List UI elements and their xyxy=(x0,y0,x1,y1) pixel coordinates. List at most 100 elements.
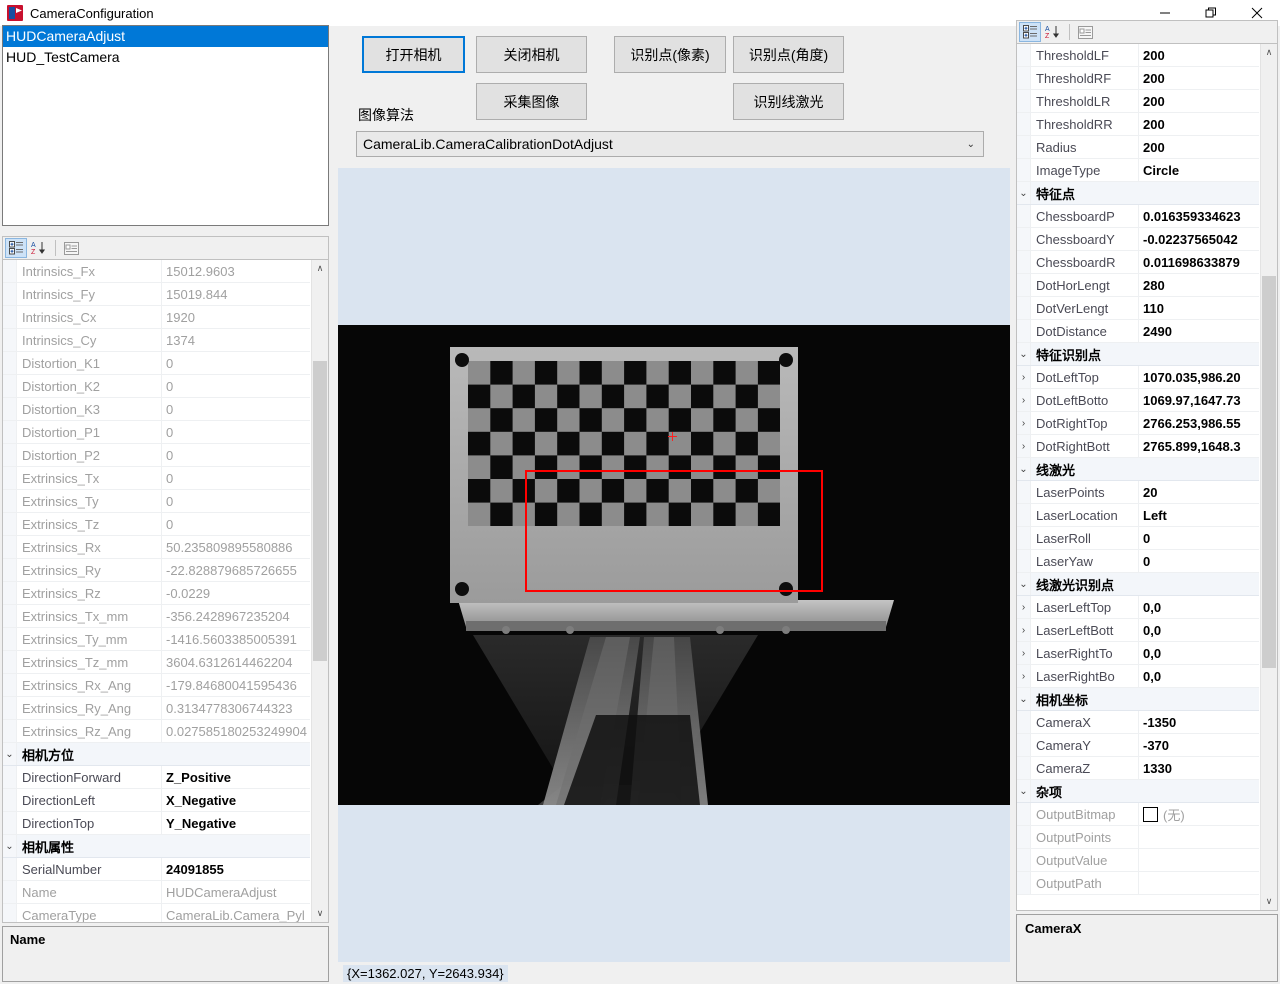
property-value[interactable]: 0 xyxy=(162,467,310,489)
property-row[interactable]: Distortion_P1 0 xyxy=(3,421,310,444)
chevron-down-icon[interactable]: ⌄ xyxy=(1017,343,1031,365)
property-value[interactable]: 200 xyxy=(1139,113,1259,135)
property-row[interactable]: Extrinsics_Rx 50.235809895580886 xyxy=(3,536,310,559)
image-viewer[interactable] xyxy=(338,168,1010,980)
property-value[interactable]: 110 xyxy=(1139,297,1259,319)
property-value[interactable] xyxy=(1139,849,1259,871)
property-value[interactable] xyxy=(164,743,310,765)
camera-list[interactable]: HUDCameraAdjust HUD_TestCamera xyxy=(2,25,329,226)
property-value[interactable]: Left xyxy=(1139,504,1259,526)
camera-image[interactable] xyxy=(338,325,1010,805)
property-value[interactable]: 0,0 xyxy=(1139,665,1259,687)
chevron-right-icon[interactable]: › xyxy=(1017,596,1031,618)
property-row[interactable]: ThresholdLF 200 xyxy=(1017,44,1259,67)
property-row[interactable]: CameraX -1350 xyxy=(1017,711,1259,734)
property-value[interactable]: -370 xyxy=(1139,734,1259,756)
property-row[interactable]: DotDistance 2490 xyxy=(1017,320,1259,343)
property-value[interactable]: 0 xyxy=(162,490,310,512)
property-value[interactable] xyxy=(1146,182,1260,204)
property-row[interactable]: LaserYaw 0 xyxy=(1017,550,1259,573)
property-value[interactable] xyxy=(1146,780,1260,802)
property-row[interactable]: SerialNumber 24091855 xyxy=(3,858,310,881)
chevron-right-icon[interactable]: › xyxy=(1017,619,1031,641)
property-value[interactable]: 0 xyxy=(162,398,310,420)
property-value[interactable] xyxy=(1146,343,1260,365)
property-row[interactable]: Extrinsics_Rx_Ang -179.84680041595436 xyxy=(3,674,310,697)
alphabetical-sort-icon[interactable]: A Z xyxy=(1042,22,1064,42)
property-value[interactable]: 0 xyxy=(162,421,310,443)
property-value[interactable]: 24091855 xyxy=(162,858,310,880)
property-category-row[interactable]: ⌄ 相机坐标 xyxy=(1017,688,1259,711)
alphabetical-sort-icon[interactable]: A Z xyxy=(28,238,50,258)
left-property-grid[interactable]: Intrinsics_Fx 15012.9603 Intrinsics_Fy 1501… xyxy=(2,259,329,923)
property-row[interactable]: Distortion_K2 0 xyxy=(3,375,310,398)
property-row[interactable]: Extrinsics_Tx_mm -356.2428967235204 xyxy=(3,605,310,628)
property-row[interactable]: OutputValue xyxy=(1017,849,1259,872)
property-row[interactable]: DirectionTop Y_Negative xyxy=(3,812,310,835)
property-category-row[interactable]: ⌄ 相机属性 xyxy=(3,835,310,858)
property-value[interactable]: 0 xyxy=(162,444,310,466)
property-value[interactable] xyxy=(1146,688,1260,710)
property-row[interactable]: ThresholdRR 200 xyxy=(1017,113,1259,136)
property-row[interactable]: Intrinsics_Fx 15012.9603 xyxy=(3,260,310,283)
property-value[interactable] xyxy=(164,835,310,857)
property-row[interactable]: LaserLocation Left xyxy=(1017,504,1259,527)
property-row[interactable]: CameraZ 1330 xyxy=(1017,757,1259,780)
chevron-right-icon[interactable]: › xyxy=(1017,435,1031,457)
property-row[interactable]: ImageType Circle xyxy=(1017,159,1259,182)
property-row[interactable]: DirectionForward Z_Positive xyxy=(3,766,310,789)
property-value[interactable]: 1069.97,1647.73 xyxy=(1139,389,1259,411)
open-camera-button[interactable]: 打开相机 xyxy=(362,36,465,73)
property-row[interactable]: Extrinsics_Tz 0 xyxy=(3,513,310,536)
property-row[interactable]: Distortion_K3 0 xyxy=(3,398,310,421)
property-value[interactable]: 15019.844 xyxy=(162,283,310,305)
property-row[interactable]: › DotRightBott 2765.899,1648.3 xyxy=(1017,435,1259,458)
property-value[interactable]: X_Negative xyxy=(162,789,310,811)
property-value[interactable]: 0 xyxy=(1139,550,1259,572)
property-category-row[interactable]: ⌄ 线激光识别点 xyxy=(1017,573,1259,596)
chevron-right-icon[interactable]: › xyxy=(1017,412,1031,434)
chevron-down-icon[interactable]: ⌄ xyxy=(1017,182,1031,204)
left-grid-scrollbar[interactable]: ∧ ∨ xyxy=(311,260,328,922)
capture-image-button[interactable]: 采集图像 xyxy=(476,83,587,120)
property-row[interactable]: › DotLeftTop 1070.035,986.20 xyxy=(1017,366,1259,389)
property-row[interactable]: Radius 200 xyxy=(1017,136,1259,159)
property-value[interactable]: 0 xyxy=(162,375,310,397)
property-value[interactable]: 2490 xyxy=(1139,320,1259,342)
chevron-down-icon[interactable]: ⌄ xyxy=(3,835,17,857)
property-row[interactable]: Extrinsics_Ry_Ang 0.3134778306744323 xyxy=(3,697,310,720)
list-item[interactable]: HUD_TestCamera xyxy=(3,47,328,68)
property-value[interactable]: 1070.035,986.20 xyxy=(1139,366,1259,388)
property-category-row[interactable]: ⌄ 相机方位 xyxy=(3,743,310,766)
list-item[interactable]: HUDCameraAdjust xyxy=(3,26,328,47)
property-row[interactable]: CameraType CameraLib.Camera_Pyl xyxy=(3,904,310,922)
detect-point-pixel-button[interactable]: 识别点(像素) xyxy=(614,36,726,73)
property-value[interactable]: -1416.5603385005391 xyxy=(162,628,310,650)
property-value[interactable]: Circle xyxy=(1139,159,1259,181)
property-value[interactable]: 0.3134778306744323 xyxy=(162,697,310,719)
property-value[interactable]: 2765.899,1648.3 xyxy=(1139,435,1259,457)
property-value[interactable]: 20 xyxy=(1139,481,1259,503)
property-row[interactable]: Distortion_P2 0 xyxy=(3,444,310,467)
property-value[interactable]: -179.84680041595436 xyxy=(162,674,310,696)
property-row[interactable]: Extrinsics_Rz -0.0229 xyxy=(3,582,310,605)
scrollbar-thumb[interactable] xyxy=(313,361,327,661)
property-row[interactable]: DotVerLengt 110 xyxy=(1017,297,1259,320)
property-value[interactable] xyxy=(1139,872,1259,894)
property-value[interactable]: 3604.6312614462204 xyxy=(162,651,310,673)
property-row[interactable]: Extrinsics_Rz_Ang 0.027585180253249904 xyxy=(3,720,310,743)
chevron-down-icon[interactable]: ⌄ xyxy=(1017,688,1031,710)
property-value[interactable]: 200 xyxy=(1139,90,1259,112)
property-value[interactable]: 0.016359334623 xyxy=(1139,205,1259,227)
close-camera-button[interactable]: 关闭相机 xyxy=(476,36,587,73)
property-row[interactable]: › DotLeftBotto 1069.97,1647.73 xyxy=(1017,389,1259,412)
property-row[interactable]: DotHorLengt 280 xyxy=(1017,274,1259,297)
property-value[interactable]: 0 xyxy=(162,513,310,535)
property-row[interactable]: Extrinsics_Tx 0 xyxy=(3,467,310,490)
property-value[interactable]: 1374 xyxy=(162,329,310,351)
property-category-row[interactable]: ⌄ 线激光 xyxy=(1017,458,1259,481)
chevron-right-icon[interactable]: › xyxy=(1017,366,1031,388)
property-value[interactable]: (无) xyxy=(1139,803,1259,825)
scroll-up-icon[interactable]: ∧ xyxy=(312,260,328,277)
property-value[interactable]: -0.0229 xyxy=(162,582,310,604)
